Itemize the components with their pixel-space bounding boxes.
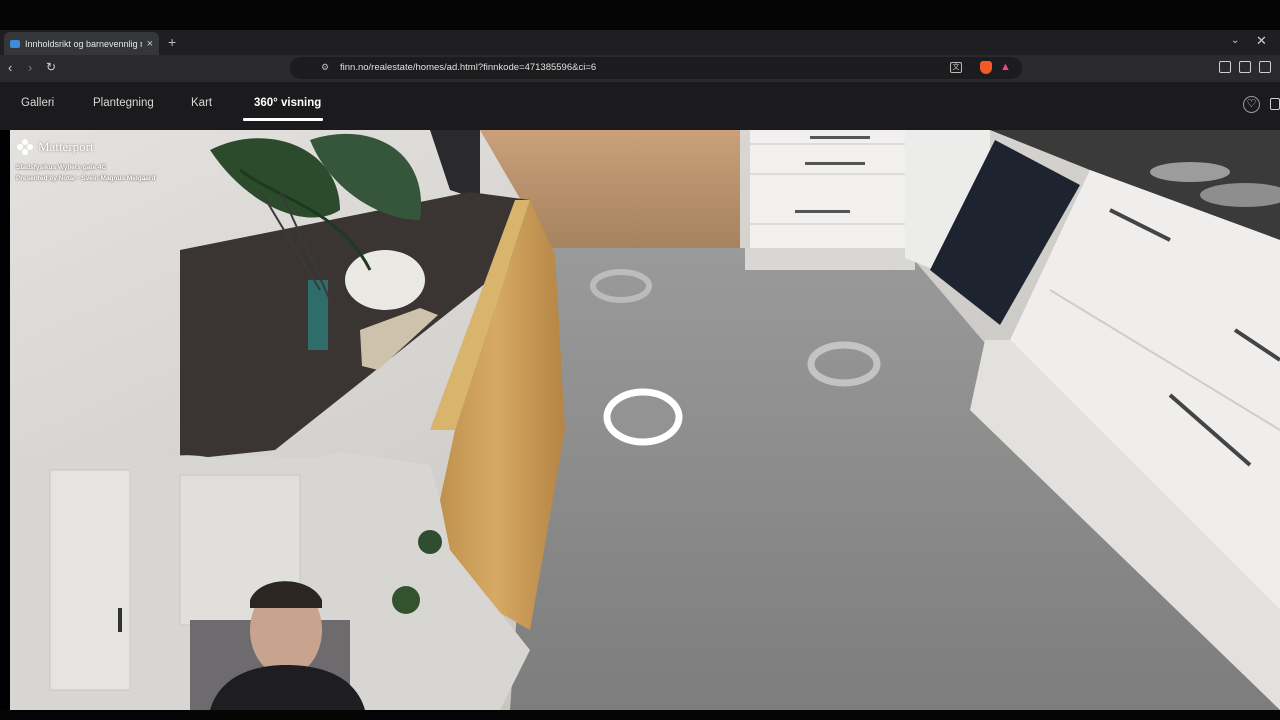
matterport-360-viewer[interactable]: Matterport Stadsfysikus Wyllers gate 4C … (10, 130, 1280, 710)
tab-close-icon[interactable]: × (147, 38, 153, 50)
url-text[interactable]: finn.no/realestate/homes/ad.html?finnkod… (340, 62, 596, 73)
brave-shield-icon[interactable] (980, 61, 992, 74)
share-icon[interactable] (1270, 98, 1280, 110)
window-close-icon[interactable]: ✕ (1256, 33, 1267, 49)
presenter-credit: Presented by Notar - Svein Magnus Melgaa… (16, 175, 156, 182)
tab-search-chevron-icon[interactable]: ⌄ (1231, 35, 1239, 46)
new-tab-button[interactable]: + (168, 34, 176, 50)
brave-rewards-icon[interactable]: ▲ (1000, 61, 1011, 73)
tab-kart[interactable]: Kart (191, 97, 212, 109)
browser-tab[interactable]: Innholdsrikt og barnevennlig rek × (4, 32, 159, 55)
forward-icon[interactable]: › (28, 60, 32, 75)
wallet-icon[interactable] (1259, 61, 1271, 73)
room-scene[interactable] (10, 130, 1280, 710)
tab-title: Innholdsrikt og barnevennlig rek (25, 38, 142, 49)
property-address: Stadsfysikus Wyllers gate 4C (16, 164, 107, 171)
screen-top-bar (0, 0, 1280, 30)
screen-bottom-bar (0, 710, 1280, 720)
active-tab-indicator (243, 118, 323, 121)
matterport-brand: Matterport (16, 138, 94, 156)
address-bar[interactable]: ⚙ finn.no/realestate/homes/ad.html?finnk… (290, 57, 1022, 79)
extensions-icon[interactable] (1219, 61, 1231, 73)
matterport-logo-icon (17, 139, 33, 155)
tab-galleri[interactable]: Galleri (21, 97, 54, 109)
back-icon[interactable]: ‹ (8, 60, 12, 75)
finn-favicon-icon (10, 39, 20, 48)
heart-icon[interactable]: ♡ (1243, 96, 1260, 113)
tab-360-visning[interactable]: 360° visning (254, 97, 321, 109)
site-settings-icon[interactable]: ⚙ (321, 62, 329, 73)
browser-toolbar: ‹ › ↻ ⚙ finn.no/realestate/homes/ad.html… (0, 55, 1280, 82)
listing-media-nav: Galleri Plantegning Kart 360° visning ♡ (0, 82, 1280, 130)
matterport-wordmark: Matterport (38, 139, 94, 154)
browser-tab-strip: Innholdsrikt og barnevennlig rek × + ⌄ ✕ (0, 30, 1280, 55)
translate-icon[interactable]: 文 (950, 62, 962, 73)
sidebar-icon[interactable] (1239, 61, 1251, 73)
tab-plantegning[interactable]: Plantegning (93, 97, 154, 109)
reload-icon[interactable]: ↻ (46, 60, 56, 74)
